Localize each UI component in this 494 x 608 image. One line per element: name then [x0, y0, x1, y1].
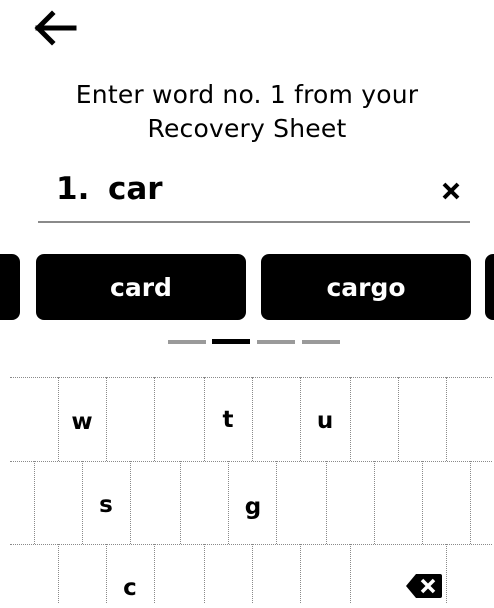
- key-separator: [154, 377, 155, 461]
- key-separator: [300, 544, 301, 603]
- key-separator: [374, 461, 375, 544]
- arrow-left-icon: [34, 10, 77, 46]
- page-indicator-2-active: [212, 339, 250, 344]
- word-number: 1.: [56, 171, 90, 207]
- suggestion-button-partial-left[interactable]: [0, 254, 20, 320]
- key-separator: [398, 377, 399, 461]
- key-separator: [106, 544, 107, 603]
- key-separator: [106, 377, 107, 461]
- key-separator: [350, 377, 351, 461]
- back-button[interactable]: [30, 8, 80, 48]
- key-u[interactable]: u: [305, 401, 345, 441]
- key-separator: [446, 377, 447, 461]
- instruction-text: Enter word no. 1 from your Recovery Shee…: [0, 78, 494, 146]
- key-separator: [204, 544, 205, 603]
- key-separator: [58, 377, 59, 461]
- key-separator: [34, 461, 35, 544]
- key-separator: [446, 544, 447, 603]
- close-icon: [442, 182, 460, 200]
- page-indicator-4: [302, 340, 340, 344]
- key-separator: [180, 461, 181, 544]
- key-separator: [252, 377, 253, 461]
- word-input-value: car: [108, 171, 163, 207]
- key-s[interactable]: s: [86, 485, 126, 525]
- suggestion-button-card[interactable]: card: [36, 254, 246, 320]
- backspace-key[interactable]: [404, 571, 444, 601]
- key-separator: [300, 377, 301, 461]
- key-separator: [422, 461, 423, 544]
- clear-input-button[interactable]: [436, 174, 466, 206]
- key-separator: [82, 461, 83, 544]
- keyboard-divider: [10, 377, 492, 378]
- page-indicator-1: [168, 340, 206, 344]
- instruction-line-1: Enter word no. 1 from your: [75, 80, 419, 109]
- key-separator: [276, 461, 277, 544]
- key-g[interactable]: g: [233, 487, 273, 527]
- suggestion-button-partial-right[interactable]: [485, 254, 494, 320]
- key-separator: [350, 544, 351, 603]
- backspace-icon: [406, 574, 442, 598]
- key-separator: [154, 544, 155, 603]
- keyboard-divider: [10, 544, 492, 545]
- key-separator: [252, 544, 253, 603]
- key-separator: [228, 461, 229, 544]
- key-separator: [326, 461, 327, 544]
- word-input-field[interactable]: 1. car: [38, 166, 470, 223]
- key-separator: [470, 461, 471, 544]
- page-indicator-3: [257, 340, 295, 344]
- key-separator: [130, 461, 131, 544]
- instruction-line-2: Recovery Sheet: [147, 114, 347, 143]
- suggestion-button-cargo[interactable]: cargo: [261, 254, 471, 320]
- key-separator: [58, 544, 59, 603]
- key-w[interactable]: w: [62, 402, 102, 442]
- key-separator: [204, 377, 205, 461]
- key-t[interactable]: t: [208, 400, 248, 440]
- key-c[interactable]: c: [110, 568, 150, 608]
